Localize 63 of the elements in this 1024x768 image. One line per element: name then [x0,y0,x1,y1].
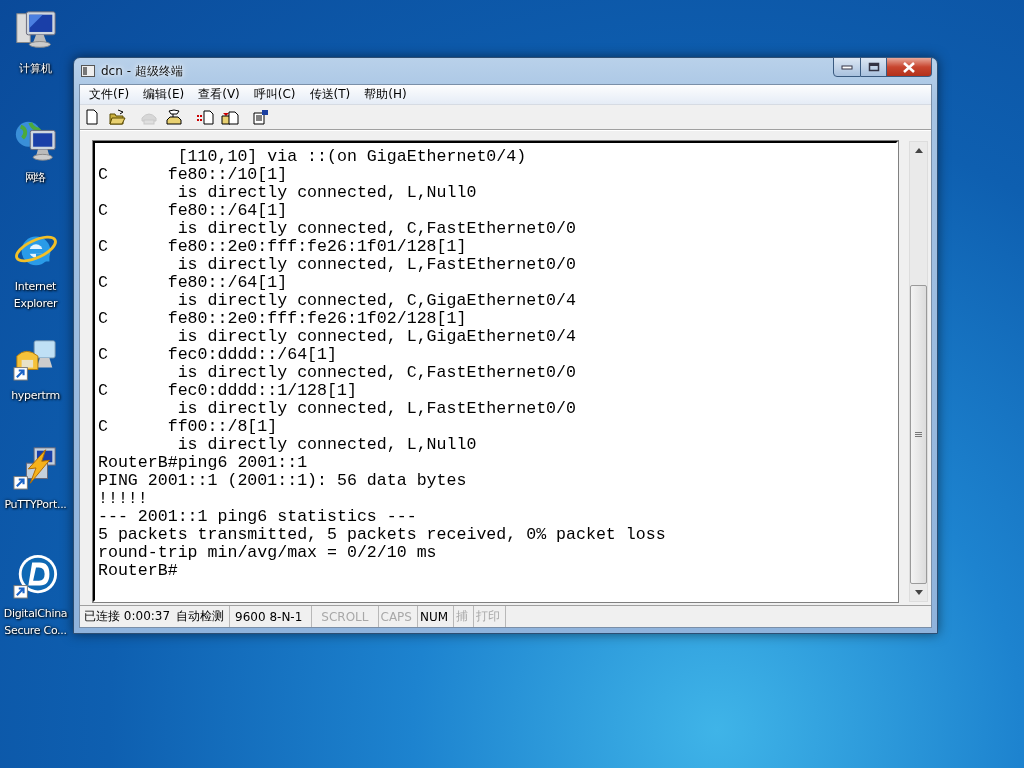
menu-item[interactable]: 帮助(H) [357,86,414,103]
send-page-icon[interactable] [196,109,214,125]
menu-item[interactable]: 编辑(E) [136,86,192,103]
close-icon [902,61,916,73]
terminal-line: PING 2001::1 (2001::1): 56 data bytes [98,472,467,490]
desktop-icon-label[interactable]: PuTTYPort... [0,496,71,513]
window-title: dcn - 超级终端 [101,62,183,80]
terminal-line: C fec0:dddd::/64[1] [98,346,337,364]
status-text: 9600 8-N-1 [235,609,303,624]
status-text: 已连接 0:00:37 [84,608,171,625]
terminal-line: is directly connected, C,FastEthernet0/0 [176,220,576,238]
menu-item[interactable]: 传送(T) [302,86,358,103]
terminal-line: is directly connected, L,FastEthernet0/0 [176,400,576,418]
d-logo-icon[interactable] [12,553,59,599]
vertical-scrollbar[interactable] [909,141,928,602]
terminal-line: RouterB#ping6 2001::1 [98,454,308,472]
telephone-handset-icon[interactable] [165,109,183,125]
terminal-line: is directly connected, L,GigaEthernet0/4 [176,328,576,346]
minimize-button[interactable] [833,57,861,77]
status-text: 自动检测 [176,608,225,625]
terminal-line: round-trip min/avg/max = 0/2/10 ms [98,544,437,562]
properties-page-icon[interactable] [252,109,270,125]
terminal-line: C ff00::/8[1] [98,418,278,436]
minimize-icon [841,64,853,70]
status-text: 打印 [476,608,501,625]
scroll-down-icon[interactable] [914,590,923,595]
terminal-line: C fe80::/64[1] [98,202,288,220]
desktop-icon-label[interactable]: 计算机 [0,60,71,77]
terminal-line: is directly connected, L,FastEthernet0/0 [176,256,576,274]
scroll-up-icon[interactable] [914,148,923,153]
scrollbar-thumb[interactable] [910,285,927,584]
terminal-line: C fe80::/10[1] [98,166,288,184]
terminal-line: C fec0:dddd::1/128[1] [98,382,357,400]
menu-item[interactable]: 呼叫(C) [246,86,303,103]
menu-item[interactable]: 文件(F) [82,86,137,103]
status-text: CAPS [380,609,412,624]
terminal-line: [110,10] via ::(on GigaEthernet0/4) [176,148,527,166]
terminal-line: C fe80::/64[1] [98,274,288,292]
terminal-line: C fe80::2e0:fff:fe26:1f02/128[1] [98,310,467,328]
status-text: NUM [419,609,449,624]
status-text: 捕 [456,608,469,625]
terminal-line: is directly connected, L,Null0 [176,184,477,202]
terminal-line: is directly connected, L,Null0 [176,436,477,454]
terminal-line: --- 2001::1 ping6 statistics --- [98,508,417,526]
terminal-line: 5 packets transmitted, 5 packets received, 0% packet loss [98,526,666,544]
close-button[interactable] [887,57,932,77]
app-window-icon [81,65,95,77]
lightning-computer-icon[interactable] [12,444,59,490]
receive-folder-icon[interactable] [221,109,239,125]
desktop-icon-label[interactable]: Internet Explorer [0,278,71,312]
desktop-icon-label[interactable]: hypertrm [0,387,71,404]
terminal-line: is directly connected, C,GigaEthernet0/4 [176,292,576,310]
maximize-icon [867,62,880,72]
terminal-line: C fe80::2e0:fff:fe26:1f01/128[1] [98,238,467,256]
status-text: SCROLL [321,609,369,624]
terminal-line: !!!!! [98,490,148,508]
desktop-icon-label[interactable]: DigitalChina Secure Co... [0,605,71,639]
desktop-icon-label[interactable]: 网络 [0,169,71,186]
terminal-line: RouterB# [98,562,178,580]
menu-item[interactable]: 查看(V) [191,86,247,103]
maximize-button[interactable] [861,57,887,77]
terminal-line: is directly connected, C,FastEthernet0/0 [176,364,576,382]
open-folder-icon[interactable] [109,109,127,125]
